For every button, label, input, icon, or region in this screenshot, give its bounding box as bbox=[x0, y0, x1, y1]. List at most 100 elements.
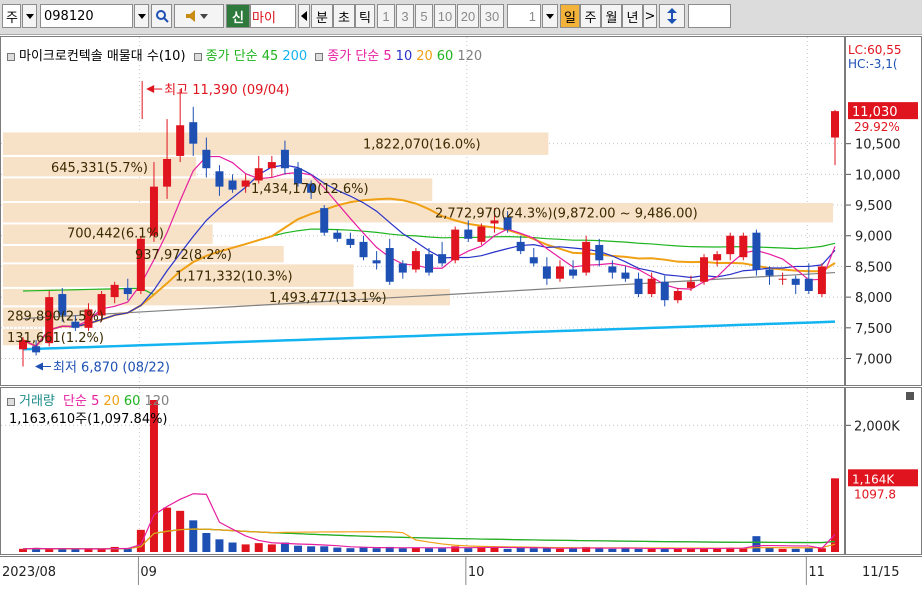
interval-label: 3 bbox=[401, 8, 409, 24]
price-axis: 7,000 7,500 8,000 8,500 9,000 9,500 10,000 10,5… bbox=[845, 36, 922, 386]
legend-ma10: 10 bbox=[395, 49, 413, 64]
lc-label: LC:60,55 bbox=[848, 43, 902, 57]
legend-square-icon bbox=[7, 52, 15, 61]
candle-body bbox=[280, 149, 289, 169]
interval-10-button[interactable]: 10 bbox=[434, 4, 456, 28]
tab-tick[interactable]: 틱 bbox=[355, 4, 375, 28]
updown-button[interactable] bbox=[659, 4, 685, 28]
tab-month-label: 월 bbox=[605, 10, 618, 26]
tab-week[interactable]: 주 bbox=[580, 4, 601, 28]
volume-bar bbox=[176, 510, 185, 552]
candle-body bbox=[804, 278, 813, 291]
chevron-down-icon bbox=[137, 13, 146, 19]
volume-bar bbox=[752, 536, 761, 552]
volume-pct-label: 1097.8 bbox=[854, 487, 896, 501]
candle-body bbox=[333, 232, 342, 239]
candle-body bbox=[621, 272, 630, 279]
interval-3-button[interactable]: 3 bbox=[396, 4, 414, 28]
count-dropdown-button[interactable] bbox=[542, 4, 558, 28]
interval-30-button[interactable]: 30 bbox=[480, 4, 504, 28]
credit-badge[interactable]: 신 bbox=[226, 4, 250, 28]
extra-input[interactable] bbox=[688, 4, 731, 28]
change-label: 29.92% bbox=[854, 120, 900, 134]
volume-legend-title: 거래량 bbox=[19, 394, 55, 409]
candle-body bbox=[110, 284, 119, 298]
volume-profile-label: 1,171,332(10.3%) bbox=[175, 270, 293, 285]
next-button[interactable]: > bbox=[643, 4, 657, 28]
candle-body bbox=[123, 287, 132, 295]
tab-minute-label: 분 bbox=[316, 10, 328, 26]
price-axis-labels: 7,000 7,500 8,000 8,500 9,000 9,500 10,000 10,5… bbox=[846, 102, 918, 368]
candle-body bbox=[32, 346, 41, 353]
tab-month[interactable]: 월 bbox=[601, 4, 622, 28]
volume-bar bbox=[333, 547, 342, 552]
volume-legend-ma20: 20 bbox=[103, 394, 120, 409]
interval-label: 5 bbox=[420, 8, 428, 24]
volume-bar bbox=[372, 548, 381, 552]
updown-arrow-icon bbox=[667, 8, 677, 24]
date-axis: 2023/08 09 10 11 11/15 bbox=[0, 556, 922, 587]
volume-bar bbox=[254, 543, 263, 552]
ma200-line bbox=[22, 320, 836, 351]
speaker-icon bbox=[186, 10, 208, 22]
volume-profile-label: 2,772,970(24.3%)(9,872.00 ~ 9,486.00) bbox=[435, 206, 698, 221]
search-button[interactable] bbox=[151, 4, 172, 28]
candle-body bbox=[451, 229, 460, 261]
interval-1-button[interactable]: 1 bbox=[377, 4, 395, 28]
high-label: 최고 11,390 (09/04) bbox=[164, 83, 289, 98]
volume-profile-label: 131,661(1.2%) bbox=[7, 331, 104, 346]
candle-body bbox=[425, 254, 433, 273]
stock-code-input[interactable]: 098120 bbox=[40, 4, 133, 28]
legend-ma5: 종가 단순 5 bbox=[327, 49, 392, 64]
interval-label: 20 bbox=[460, 8, 476, 24]
count-input[interactable]: 1 bbox=[507, 4, 541, 28]
collapse-icon bbox=[906, 392, 914, 400]
volume-bar bbox=[647, 548, 656, 552]
stock-name-field[interactable]: 마이 bbox=[250, 4, 296, 28]
legend-square-icon bbox=[7, 397, 15, 406]
next-label: > bbox=[644, 8, 656, 24]
volume-bar bbox=[831, 478, 839, 552]
volume-bar bbox=[555, 548, 564, 552]
date-axis-labels: 2023/08 09 10 11 11/15 bbox=[2, 557, 899, 585]
candle-body bbox=[359, 241, 368, 258]
volume-bar bbox=[228, 542, 237, 552]
market-label: 주 bbox=[6, 10, 18, 26]
candle-body bbox=[569, 269, 578, 276]
volume-bar bbox=[425, 548, 433, 552]
interval-label: 1 bbox=[382, 8, 390, 24]
volume-bar bbox=[359, 547, 368, 552]
interval-20-button[interactable]: 20 bbox=[457, 4, 479, 28]
market-dropdown-button[interactable] bbox=[22, 4, 37, 28]
tab-year[interactable]: 년 bbox=[622, 4, 643, 28]
volume-profile-label: 645,331(5.7%) bbox=[51, 161, 148, 176]
search-icon bbox=[155, 10, 169, 23]
volume-profile-label: 1,822,070(16.0%) bbox=[363, 138, 481, 153]
price-chart: 131,661(1.2%) 289,890(2.5%) 1,493,477(13.1… bbox=[1, 37, 844, 385]
sound-button[interactable] bbox=[174, 4, 224, 28]
market-select[interactable]: 주 bbox=[2, 4, 21, 28]
price-tick-label: 8,500 bbox=[855, 260, 892, 275]
price-panel: 131,661(1.2%) 289,890(2.5%) 1,493,477(13.1… bbox=[0, 36, 845, 386]
chevron-down-icon bbox=[25, 13, 34, 19]
volume-panel: 거래량 단순 5 20 60 120 1,163,610주(1,097.84%) bbox=[0, 387, 845, 555]
volume-bar bbox=[110, 546, 119, 552]
interval-5-button[interactable]: 5 bbox=[415, 4, 433, 28]
volume-bar bbox=[673, 548, 682, 552]
prev-button[interactable] bbox=[298, 4, 310, 28]
hc-label: HC:-3,1( bbox=[848, 57, 898, 71]
low-arrow-icon bbox=[35, 362, 43, 371]
candle-body bbox=[726, 235, 735, 255]
tab-minute[interactable]: 분 bbox=[311, 4, 333, 28]
volume-legend-ma120: 120 bbox=[144, 394, 170, 409]
volume-profile-label: 700,442(6.1%) bbox=[67, 227, 164, 242]
candle-body bbox=[752, 232, 761, 270]
candle-body bbox=[136, 238, 145, 291]
candle-body bbox=[346, 238, 355, 245]
candle-body bbox=[163, 159, 172, 187]
code-dropdown-button[interactable] bbox=[134, 4, 149, 28]
tab-second[interactable]: 초 bbox=[333, 4, 355, 28]
volume-bar bbox=[202, 533, 211, 552]
candle-body bbox=[673, 290, 682, 301]
tab-day[interactable]: 일 bbox=[560, 4, 580, 28]
